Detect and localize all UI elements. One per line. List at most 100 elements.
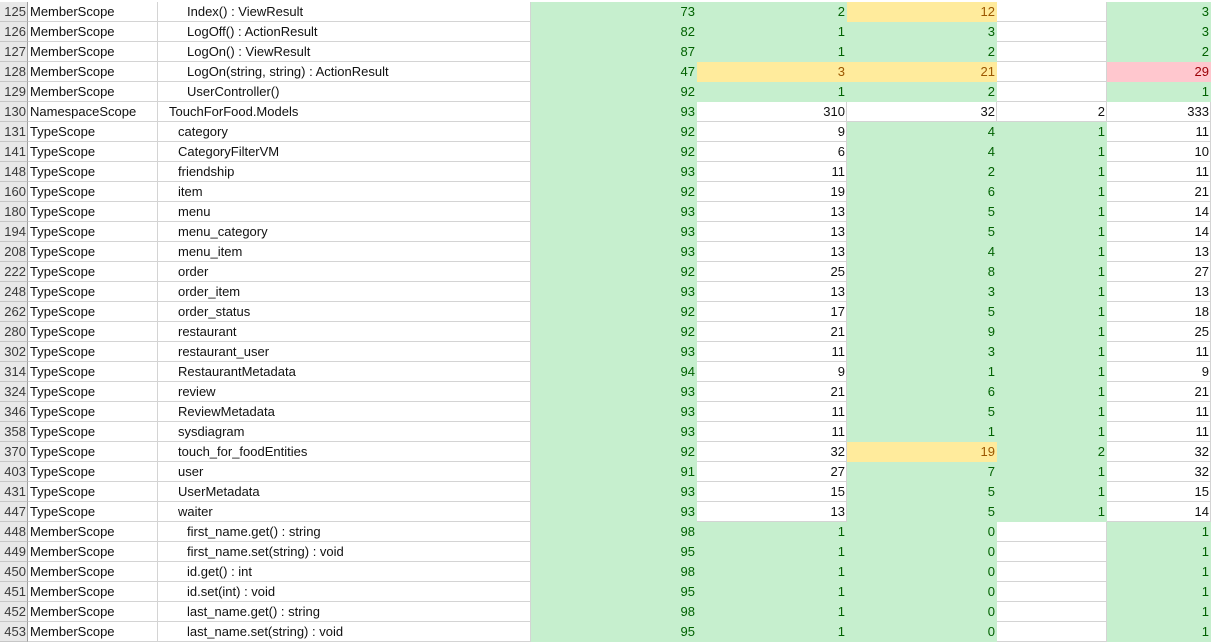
- name-cell[interactable]: first_name.get() : string: [158, 522, 531, 542]
- inheritance-depth-cell[interactable]: [997, 582, 1107, 602]
- row-header[interactable]: 358: [0, 422, 28, 442]
- lines-of-code-cell[interactable]: 18: [1107, 302, 1211, 322]
- lines-of-code-cell[interactable]: 333: [1107, 102, 1211, 122]
- inheritance-depth-cell[interactable]: 1: [997, 362, 1107, 382]
- maintainability-index-cell[interactable]: 92: [531, 442, 697, 462]
- name-cell[interactable]: menu_category: [158, 222, 531, 242]
- scope-cell[interactable]: MemberScope: [28, 522, 158, 542]
- inheritance-depth-cell[interactable]: 1: [997, 182, 1107, 202]
- name-cell[interactable]: order_status: [158, 302, 531, 322]
- lines-of-code-cell[interactable]: 11: [1107, 402, 1211, 422]
- name-cell[interactable]: item: [158, 182, 531, 202]
- row-header[interactable]: 450: [0, 562, 28, 582]
- scope-cell[interactable]: TypeScope: [28, 322, 158, 342]
- table-row[interactable]: 431 TypeScope UserMetadata 93 15 5 1 15: [0, 482, 1211, 502]
- maintainability-index-cell[interactable]: 95: [531, 542, 697, 562]
- inheritance-depth-cell[interactable]: 1: [997, 302, 1107, 322]
- name-cell[interactable]: first_name.set(string) : void: [158, 542, 531, 562]
- maintainability-index-cell[interactable]: 98: [531, 562, 697, 582]
- class-coupling-cell[interactable]: 4: [847, 142, 997, 162]
- lines-of-code-cell[interactable]: 13: [1107, 242, 1211, 262]
- cyclomatic-complexity-cell[interactable]: 1: [697, 562, 847, 582]
- scope-cell[interactable]: MemberScope: [28, 82, 158, 102]
- maintainability-index-cell[interactable]: 93: [531, 422, 697, 442]
- scope-cell[interactable]: TypeScope: [28, 362, 158, 382]
- class-coupling-cell[interactable]: 5: [847, 202, 997, 222]
- class-coupling-cell[interactable]: 12: [847, 2, 997, 22]
- table-row[interactable]: 370 TypeScope touch_for_foodEntities 92 32 19…: [0, 442, 1211, 462]
- name-cell[interactable]: RestaurantMetadata: [158, 362, 531, 382]
- scope-cell[interactable]: TypeScope: [28, 142, 158, 162]
- table-row[interactable]: 160 TypeScope item 92 19 6 1 21: [0, 182, 1211, 202]
- inheritance-depth-cell[interactable]: [997, 2, 1107, 22]
- scope-cell[interactable]: TypeScope: [28, 382, 158, 402]
- lines-of-code-cell[interactable]: 32: [1107, 442, 1211, 462]
- scope-cell[interactable]: TypeScope: [28, 342, 158, 362]
- row-header[interactable]: 180: [0, 202, 28, 222]
- class-coupling-cell[interactable]: 0: [847, 542, 997, 562]
- lines-of-code-cell[interactable]: 11: [1107, 342, 1211, 362]
- lines-of-code-cell[interactable]: 14: [1107, 502, 1211, 522]
- class-coupling-cell[interactable]: 0: [847, 562, 997, 582]
- class-coupling-cell[interactable]: 21: [847, 62, 997, 82]
- row-header[interactable]: 447: [0, 502, 28, 522]
- inheritance-depth-cell[interactable]: [997, 602, 1107, 622]
- maintainability-index-cell[interactable]: 98: [531, 522, 697, 542]
- maintainability-index-cell[interactable]: 47: [531, 62, 697, 82]
- maintainability-index-cell[interactable]: 92: [531, 182, 697, 202]
- scope-cell[interactable]: TypeScope: [28, 122, 158, 142]
- name-cell[interactable]: review: [158, 382, 531, 402]
- class-coupling-cell[interactable]: 5: [847, 222, 997, 242]
- table-row[interactable]: 451 MemberScope id.set(int) : void 95 1 0 1: [0, 582, 1211, 602]
- scope-cell[interactable]: TypeScope: [28, 262, 158, 282]
- table-row[interactable]: 125 MemberScope Index() : ViewResult 73 2 12 3: [0, 2, 1211, 22]
- maintainability-index-cell[interactable]: 93: [531, 502, 697, 522]
- inheritance-depth-cell[interactable]: 1: [997, 262, 1107, 282]
- inheritance-depth-cell[interactable]: [997, 62, 1107, 82]
- maintainability-index-cell[interactable]: 87: [531, 42, 697, 62]
- row-header[interactable]: 194: [0, 222, 28, 242]
- cyclomatic-complexity-cell[interactable]: 1: [697, 602, 847, 622]
- row-header[interactable]: 148: [0, 162, 28, 182]
- table-row[interactable]: 126 MemberScope LogOff() : ActionResult 82 1…: [0, 22, 1211, 42]
- row-header[interactable]: 222: [0, 262, 28, 282]
- scope-cell[interactable]: TypeScope: [28, 282, 158, 302]
- maintainability-index-cell[interactable]: 93: [531, 382, 697, 402]
- lines-of-code-cell[interactable]: 1: [1107, 582, 1211, 602]
- lines-of-code-cell[interactable]: 1: [1107, 542, 1211, 562]
- row-header[interactable]: 248: [0, 282, 28, 302]
- row-header[interactable]: 453: [0, 622, 28, 642]
- inheritance-depth-cell[interactable]: 1: [997, 222, 1107, 242]
- name-cell[interactable]: user: [158, 462, 531, 482]
- maintainability-index-cell[interactable]: 93: [531, 242, 697, 262]
- class-coupling-cell[interactable]: 32: [847, 102, 997, 122]
- table-row[interactable]: 222 TypeScope order 92 25 8 1 27: [0, 262, 1211, 282]
- lines-of-code-cell[interactable]: 10: [1107, 142, 1211, 162]
- cyclomatic-complexity-cell[interactable]: 1: [697, 42, 847, 62]
- table-row[interactable]: 130 NamespaceScope TouchForFood.Models 93 31…: [0, 102, 1211, 122]
- lines-of-code-cell[interactable]: 11: [1107, 422, 1211, 442]
- table-row[interactable]: 449 MemberScope first_name.set(string) : v…: [0, 542, 1211, 562]
- cyclomatic-complexity-cell[interactable]: 11: [697, 402, 847, 422]
- cyclomatic-complexity-cell[interactable]: 32: [697, 442, 847, 462]
- table-row[interactable]: 248 TypeScope order_item 93 13 3 1 13: [0, 282, 1211, 302]
- lines-of-code-cell[interactable]: 1: [1107, 602, 1211, 622]
- lines-of-code-cell[interactable]: 1: [1107, 562, 1211, 582]
- scope-cell[interactable]: TypeScope: [28, 402, 158, 422]
- row-header[interactable]: 141: [0, 142, 28, 162]
- scope-cell[interactable]: TypeScope: [28, 422, 158, 442]
- inheritance-depth-cell[interactable]: 1: [997, 422, 1107, 442]
- row-header[interactable]: 324: [0, 382, 28, 402]
- inheritance-depth-cell[interactable]: [997, 622, 1107, 642]
- row-header[interactable]: 208: [0, 242, 28, 262]
- class-coupling-cell[interactable]: 6: [847, 182, 997, 202]
- table-row[interactable]: 314 TypeScope RestaurantMetadata 94 9 1 1 9: [0, 362, 1211, 382]
- scope-cell[interactable]: TypeScope: [28, 202, 158, 222]
- scope-cell[interactable]: TypeScope: [28, 242, 158, 262]
- cyclomatic-complexity-cell[interactable]: 3: [697, 62, 847, 82]
- maintainability-index-cell[interactable]: 93: [531, 202, 697, 222]
- table-row[interactable]: 262 TypeScope order_status 92 17 5 1 18: [0, 302, 1211, 322]
- class-coupling-cell[interactable]: 2: [847, 162, 997, 182]
- lines-of-code-cell[interactable]: 1: [1107, 82, 1211, 102]
- row-header[interactable]: 346: [0, 402, 28, 422]
